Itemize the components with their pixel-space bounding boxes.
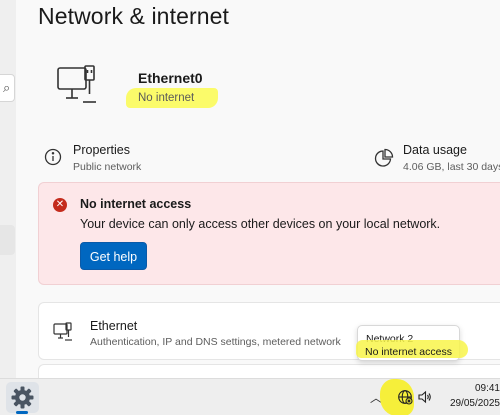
sidebar-item-selected[interactable]: [0, 225, 15, 255]
speaker-icon[interactable]: [417, 389, 433, 410]
info-icon: [44, 148, 62, 171]
taskbar: ︿ 09:41 29/05/2025: [0, 378, 500, 415]
error-icon: ✕: [53, 198, 67, 212]
active-app-indicator: [16, 411, 28, 414]
data-usage-card[interactable]: Data usage 4.06 GB, last 30 days: [374, 142, 500, 176]
page-title: Network & internet: [38, 3, 229, 29]
get-help-button[interactable]: Get help: [80, 242, 147, 270]
pie-chart-icon: [374, 148, 394, 173]
ethernet-icon: [53, 322, 73, 347]
properties-subtitle: Public network: [73, 161, 142, 173]
settings-content: Network & internet Ethernet0 No internet…: [16, 0, 500, 378]
nav-sidebar: ⌕: [0, 0, 16, 378]
properties-title: Properties: [73, 143, 130, 157]
connection-status: No internet: [126, 88, 218, 108]
no-internet-alert: ✕ No internet access Your device can onl…: [38, 182, 500, 285]
data-usage-subtitle: 4.06 GB, last 30 days: [403, 161, 500, 173]
alert-message: Your device can only access other device…: [80, 217, 441, 231]
connection-name: Ethernet0: [138, 70, 203, 86]
ethernet-title: Ethernet: [90, 319, 138, 333]
ethernet-subtitle: Authentication, IP and DNS settings, met…: [90, 336, 341, 348]
tooltip-subtitle: No internet access: [365, 346, 452, 358]
clock-time[interactable]: 09:41: [448, 383, 500, 394]
clock-date[interactable]: 29/05/2025: [440, 398, 500, 409]
search-input[interactable]: ⌕: [0, 74, 15, 102]
settings-app-button[interactable]: [6, 382, 39, 413]
gear-icon: [11, 386, 34, 409]
computer-monitor-icon: [56, 64, 98, 111]
globe-network-icon[interactable]: [397, 389, 413, 410]
search-icon: ⌕: [3, 80, 11, 95]
data-usage-title: Data usage: [403, 143, 467, 157]
alert-title: No internet access: [80, 197, 192, 211]
settings-row[interactable]: [38, 364, 500, 378]
properties-card[interactable]: Properties Public network: [44, 142, 244, 176]
